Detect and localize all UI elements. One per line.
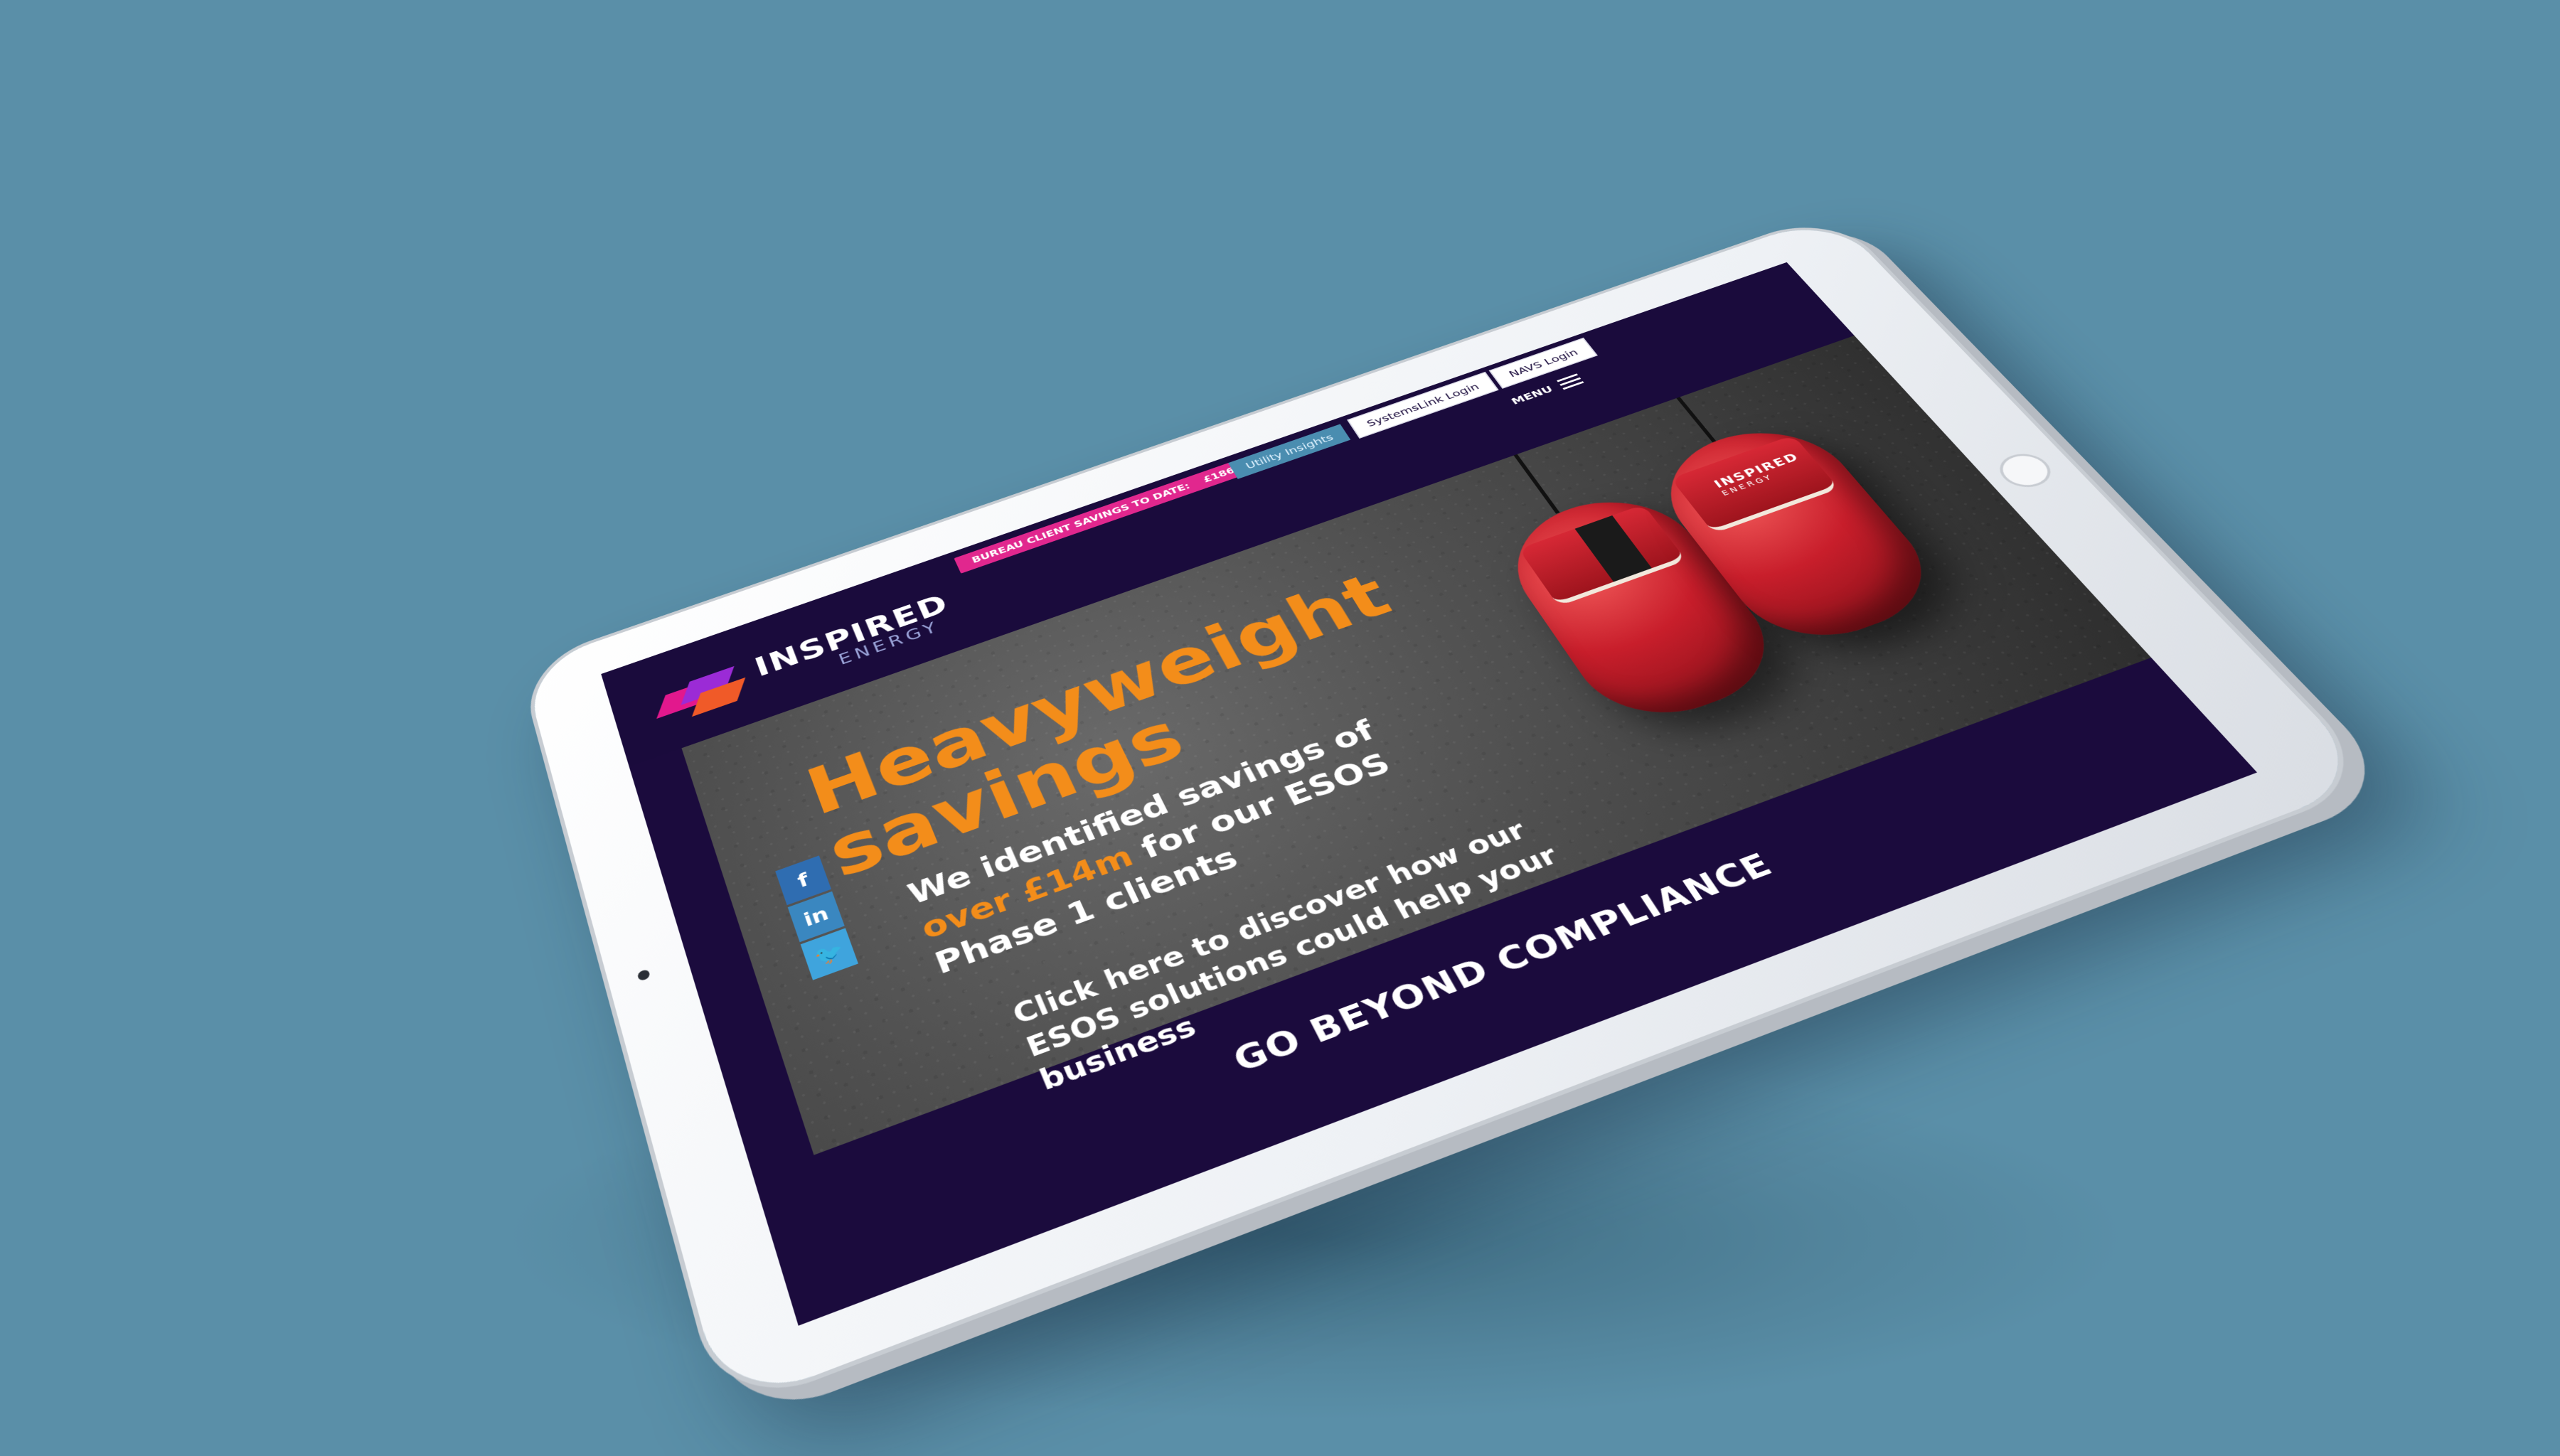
logo-mark-icon: [656, 664, 751, 725]
tablet-device: INSPIRED ENERGY BUREAU CLIENT SAVINGS TO…: [522, 214, 2377, 1410]
glove-lace: [1513, 454, 1560, 514]
hamburger-icon: [1556, 373, 1584, 390]
utility-insights-button[interactable]: Utility Insights: [1228, 424, 1351, 479]
camera-dot: [636, 968, 651, 982]
systemslink-login-button[interactable]: SystemsLink Login: [1347, 371, 1499, 439]
tablet-wrapper: INSPIRED ENERGY BUREAU CLIENT SAVINGS TO…: [0, 0, 2560, 1456]
website-screen: INSPIRED ENERGY BUREAU CLIENT SAVINGS TO…: [601, 262, 2258, 1326]
home-button: [1990, 448, 2061, 493]
savings-label: BUREAU CLIENT SAVINGS TO DATE:: [970, 481, 1192, 565]
menu-label: MENU: [1508, 383, 1556, 407]
